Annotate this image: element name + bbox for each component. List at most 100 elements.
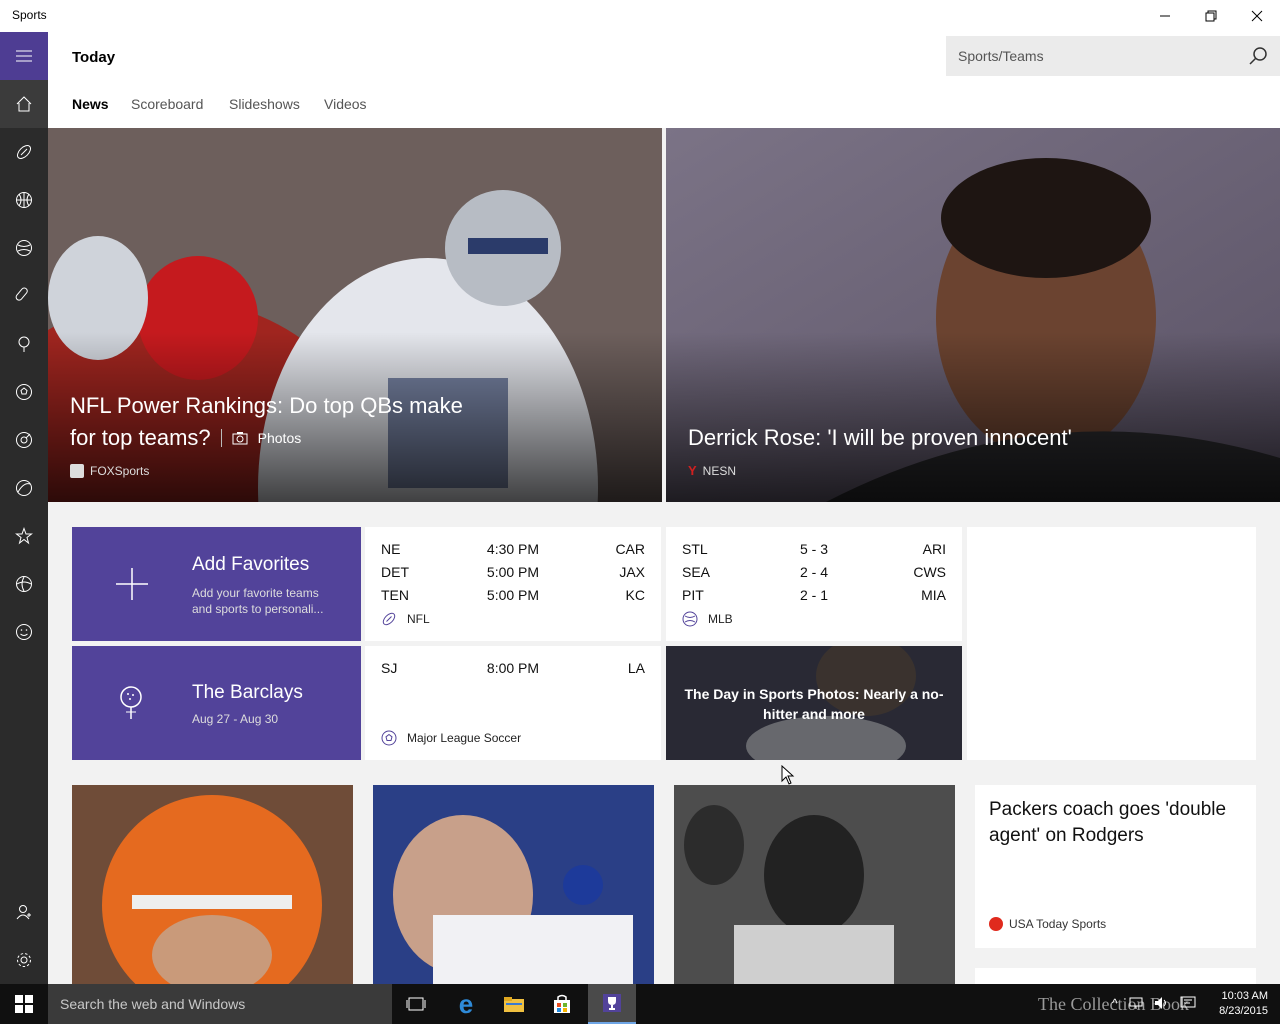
sports-app-button[interactable] bbox=[588, 984, 636, 1024]
hero-story-nfl[interactable]: NFL Power Rankings: Do top QBs make for … bbox=[48, 128, 662, 502]
nav-settings[interactable] bbox=[0, 936, 48, 984]
hero-headline-text: for top teams? bbox=[70, 425, 211, 450]
score-row: SJ 8:00 PM LA bbox=[381, 660, 645, 682]
story-tile-packers[interactable]: Packers coach goes 'double agent' on Rod… bbox=[975, 785, 1256, 948]
add-favorites-desc: Add your favorite teams and sports to pe… bbox=[192, 586, 324, 616]
add-favorites-tile[interactable]: Add Favorites Add your favorite teams an… bbox=[72, 527, 361, 641]
nfl-scoreboard-tile[interactable]: NE 4:30 PM CAR DET 5:00 PM JAX TEN 5:00 PM KC … bbox=[365, 527, 661, 641]
folder-icon bbox=[504, 997, 524, 1012]
league-name: Major League Soccer bbox=[407, 731, 522, 745]
trophy-icon bbox=[603, 994, 621, 1012]
story-tile-sixers[interactable] bbox=[674, 785, 955, 984]
nav-golf[interactable] bbox=[0, 320, 48, 368]
plus-icon bbox=[116, 568, 148, 600]
start-button[interactable] bbox=[0, 984, 48, 1024]
volume-icon[interactable] bbox=[1154, 996, 1170, 1010]
hero-headline-line-1: NFL Power Rankings: Do top QBs make bbox=[70, 393, 463, 418]
story-source: USA Today Sports bbox=[989, 917, 1106, 931]
mlb-scoreboard-tile[interactable]: STL 5 - 3 ARI SEA 2 - 4 CWS PIT 2 - 1 MIA MLB bbox=[666, 527, 962, 641]
score-row: STL 5 - 3 ARI bbox=[682, 541, 946, 563]
nav-football[interactable] bbox=[0, 128, 48, 176]
story-tile-next[interactable] bbox=[975, 968, 1256, 984]
game-score: 5 - 3 bbox=[799, 541, 828, 557]
search-box[interactable]: Sports/Teams bbox=[946, 36, 1280, 76]
league-label: NFL bbox=[381, 611, 430, 627]
score-row: NE 4:30 PM CAR bbox=[381, 541, 645, 563]
news-feed: NFL Power Rankings: Do top QBs make for … bbox=[48, 128, 1280, 984]
football-icon bbox=[17, 145, 31, 159]
nav-soccer[interactable] bbox=[0, 368, 48, 416]
search-icon[interactable] bbox=[1248, 46, 1268, 66]
minimize-icon bbox=[1160, 15, 1170, 17]
soccer-icon bbox=[381, 730, 397, 746]
file-explorer-button[interactable] bbox=[490, 984, 538, 1024]
title-bar: Sports bbox=[0, 0, 1280, 32]
taskbar-search-input[interactable]: Search the web and Windows bbox=[60, 996, 245, 1012]
foxsports-logo-icon bbox=[70, 464, 84, 478]
usa-today-logo-icon bbox=[989, 917, 1003, 931]
team-away: JAX bbox=[619, 564, 645, 580]
team-away: ARI bbox=[922, 541, 946, 557]
nav-hockey[interactable] bbox=[0, 272, 48, 320]
nav-racing[interactable] bbox=[0, 464, 48, 512]
network-icon[interactable] bbox=[1128, 996, 1144, 1010]
league-label: Major League Soccer bbox=[381, 730, 521, 746]
league-name: NFL bbox=[407, 612, 430, 626]
clock[interactable]: 10:03 AM 8/23/2015 bbox=[1219, 989, 1268, 1019]
mls-scoreboard-tile[interactable]: SJ 8:00 PM LA Major League Soccer bbox=[365, 646, 661, 760]
tab-videos[interactable]: Videos bbox=[324, 96, 367, 112]
tab-scoreboard[interactable]: Scoreboard bbox=[131, 96, 203, 112]
chevron-up-icon[interactable]: ^ bbox=[1112, 996, 1118, 1010]
close-button[interactable] bbox=[1234, 0, 1280, 32]
nav-fun[interactable] bbox=[0, 608, 48, 656]
score-row: DET 5:00 PM JAX bbox=[381, 564, 645, 586]
nav-account[interactable] bbox=[0, 888, 48, 936]
tab-slideshows[interactable]: Slideshows bbox=[229, 96, 300, 112]
nav-basketball[interactable] bbox=[0, 176, 48, 224]
barclays-tile[interactable]: The Barclays Aug 27 - Aug 30 bbox=[72, 646, 361, 760]
action-center-icon[interactable] bbox=[1180, 996, 1196, 1010]
barclays-title: The Barclays bbox=[192, 682, 303, 703]
app-header: Today Sports/Teams News Scoreboard Slide… bbox=[48, 32, 1280, 128]
football-icon bbox=[382, 612, 396, 626]
task-view-button[interactable] bbox=[392, 984, 440, 1024]
nav-sports[interactable] bbox=[0, 560, 48, 608]
day-in-sports-tile[interactable]: The Day in Sports Photos: Nearly a no-hi… bbox=[666, 646, 962, 760]
nesn-logo-icon: Y bbox=[688, 463, 697, 478]
taskbar-search[interactable]: Search the web and Windows bbox=[48, 984, 392, 1024]
store-icon bbox=[554, 994, 570, 1013]
hero-story-rose[interactable]: Derrick Rose: 'I will be proven innocent… bbox=[666, 128, 1280, 502]
hero-source-name: FOXSports bbox=[90, 464, 150, 478]
game-time: 8:00 PM bbox=[486, 660, 540, 676]
team-away: LA bbox=[627, 660, 645, 676]
hockey-icon bbox=[15, 287, 28, 301]
home-icon bbox=[16, 96, 32, 112]
menu-button[interactable] bbox=[0, 32, 48, 80]
golf-icon bbox=[18, 336, 30, 352]
story-image-browns bbox=[72, 785, 353, 984]
search-input[interactable]: Sports/Teams bbox=[958, 48, 1044, 64]
team-away: KC bbox=[625, 587, 645, 603]
day-in-sports-title: The Day in Sports Photos: Nearly a no-hi… bbox=[684, 686, 944, 722]
story-tile-browns[interactable] bbox=[72, 785, 353, 984]
settings-icon bbox=[17, 953, 31, 967]
hero-headline-line-2: for top teams? Photos bbox=[70, 422, 463, 454]
game-score: 2 - 1 bbox=[799, 587, 828, 603]
tab-news[interactable]: News bbox=[72, 96, 109, 112]
fun-icon bbox=[16, 624, 32, 640]
story-tile-cubs[interactable] bbox=[373, 785, 654, 984]
baseball-icon bbox=[16, 240, 32, 256]
store-button[interactable] bbox=[538, 984, 586, 1024]
team-away: CWS bbox=[913, 564, 946, 580]
edge-button[interactable]: e bbox=[442, 984, 490, 1024]
minimize-button[interactable] bbox=[1142, 0, 1188, 32]
nav-baseball[interactable] bbox=[0, 224, 48, 272]
nav-favorites[interactable] bbox=[0, 512, 48, 560]
mouse-cursor-icon bbox=[781, 765, 795, 785]
account-icon bbox=[16, 905, 31, 920]
story-source-name: USA Today Sports bbox=[1009, 917, 1107, 931]
nav-tennis[interactable] bbox=[0, 416, 48, 464]
restore-button[interactable] bbox=[1188, 0, 1234, 32]
page-title: Today bbox=[72, 49, 116, 66]
nav-home[interactable] bbox=[0, 80, 48, 128]
